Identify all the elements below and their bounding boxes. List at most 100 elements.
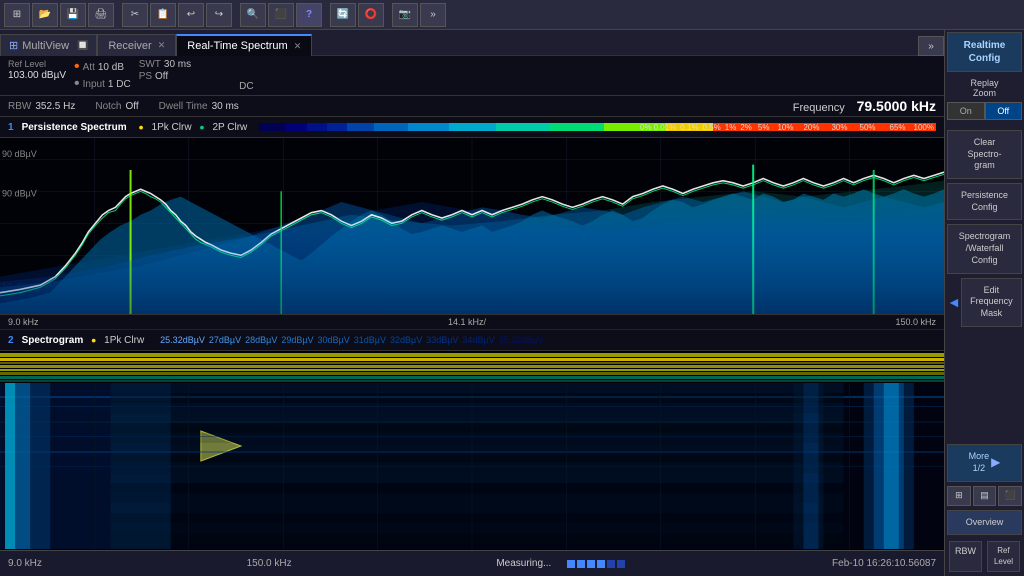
legend-label1: 1Pk Clrw <box>152 122 192 133</box>
clear-spectrogram-btn[interactable]: Clear Spectro- gram <box>947 130 1022 179</box>
receiver-label: Receiver <box>108 40 151 52</box>
print-btn[interactable]: 🖨 <box>88 3 114 27</box>
spectrogram-dot: • <box>91 332 96 348</box>
tab-multiview[interactable]: ⊞ MultiView 🔲 <box>0 34 97 56</box>
close-receiver-icon[interactable]: ✕ <box>158 40 166 51</box>
bottom-icon-btns: ⊞ ▤ ⬛ <box>947 486 1022 506</box>
freq-end: 150.0 kHz <box>895 317 936 327</box>
swt-group: SWT 30 ms PS Off <box>139 59 191 92</box>
ref-level-value: 103.00 dBµV <box>8 70 66 81</box>
ps-label: PS <box>139 71 152 82</box>
more-btn[interactable]: More 1/2 ▶ <box>947 444 1022 481</box>
save-btn[interactable]: 💾 <box>60 3 86 27</box>
bottom-two-btns: RBW Ref Level <box>947 539 1022 574</box>
ref-level-label: Ref Level <box>8 59 66 69</box>
rbw-value: 352.5 Hz <box>35 101 75 112</box>
freq-bar-spectrum: 9.0 kHz 14.1 kHz/ 150.0 kHz <box>0 314 944 330</box>
refresh-btn[interactable]: 🔄 <box>330 3 356 27</box>
swt-value: 30 ms <box>164 59 191 70</box>
spectrogram-section: 2 Spectrogram • 1Pk Clrw 25.32dBµV 27dBµ… <box>0 330 944 550</box>
spectrogram-svg <box>0 351 944 549</box>
spectrogram-title: Spectrogram <box>22 335 84 346</box>
att-dot: • <box>74 59 80 75</box>
input-value: 1 DC <box>108 79 131 90</box>
icon-row1: ⊞ ▤ ⬛ <box>947 486 1022 506</box>
close-realtime-icon[interactable]: ✕ <box>294 41 302 52</box>
toggle-off-btn[interactable]: Off <box>985 102 1023 120</box>
input-dot: • <box>74 76 80 92</box>
screenshot-btn[interactable]: 📷 <box>392 3 418 27</box>
frequency-display: Frequency 79.5000 kHz <box>793 98 936 114</box>
notch-value: Off <box>126 101 139 112</box>
redo-btn[interactable]: ↪ <box>206 3 232 27</box>
freq-label: Frequency <box>793 102 845 114</box>
pct-labels: 0% 0.01% 0.1% 0.5% 1% 2% 5% 10% 20% 30% … <box>640 123 934 132</box>
status-freq-center: 150.0 kHz <box>247 558 292 569</box>
folder-btn[interactable]: 📂 <box>32 3 58 27</box>
copy-btn[interactable]: 📋 <box>150 3 176 27</box>
section1-title: Persistence Spectrum <box>22 122 127 133</box>
spectrum-svg: 90 dBµV 90 dBµV 10 dBµV <box>0 138 944 314</box>
undo-btn[interactable]: ↩ <box>178 3 204 27</box>
left-arrow-icon[interactable]: ◄ <box>947 294 961 310</box>
freq-start: 9.0 kHz <box>8 317 39 327</box>
measuring-label: Measuring... <box>496 558 551 569</box>
replay-zoom-toggle: On Off <box>947 102 1022 120</box>
notch-item: Notch Off <box>95 101 138 112</box>
icon-btn1[interactable]: ⊞ <box>947 486 971 506</box>
ref-level-btn[interactable]: Ref Level <box>987 541 1020 572</box>
notch-label: Notch <box>95 101 121 112</box>
status-bar: 9.0 kHz 150.0 kHz Measuring... Feb-10 16… <box>0 550 944 576</box>
dwell-value: 30 ms <box>212 101 239 112</box>
rbw-label: RBW <box>8 101 31 112</box>
measuring-dots <box>567 560 627 568</box>
main-layout: ⊞ MultiView 🔲 Receiver ✕ Real-Time Spect… <box>0 30 1024 576</box>
ps-value: Off <box>155 71 168 82</box>
tab-receiver[interactable]: Receiver ✕ <box>97 34 176 56</box>
windows-icon: ⊞ <box>9 39 18 52</box>
cut-btn[interactable]: ✂ <box>122 3 148 27</box>
edit-freq-mask-btn[interactable]: Edit Frequency Mask <box>961 278 1022 327</box>
help-btn[interactable]: ? <box>296 3 322 27</box>
more-arrow-icon: ▶ <box>991 455 1000 471</box>
zoom-btn[interactable]: 🔍 <box>240 3 266 27</box>
top-toolbar: ⊞ 📂 💾 🖨 ✂ 📋 ↩ ↪ 🔍 ⬛ ? 🔄 ⭕ 📷 » <box>0 0 1024 30</box>
legend-bar: 1 Persistence Spectrum • 1Pk Clrw • 2P C… <box>0 117 944 138</box>
legend-dot1: • <box>139 119 144 135</box>
spectrogram-legend: 2 Spectrogram • 1Pk Clrw 25.32dBµV 27dBµ… <box>0 330 944 351</box>
windows-btn[interactable]: ⊞ <box>4 3 30 27</box>
svg-text:90 dBµV: 90 dBµV <box>2 149 38 159</box>
spectrogram-canvas[interactable] <box>0 351 944 549</box>
att-label: Att <box>83 62 95 73</box>
more-toolbar-btn[interactable]: » <box>420 3 446 27</box>
section2-num: 2 <box>8 335 14 346</box>
status-freq-start: 9.0 kHz <box>8 558 42 569</box>
legend-dot2: • <box>200 119 205 135</box>
att-value: 10 dB <box>98 62 124 73</box>
panel-more-btn[interactable]: » <box>918 36 944 56</box>
icon-btn2[interactable]: ▤ <box>973 486 997 506</box>
rbw-item: RBW 352.5 Hz <box>8 101 75 112</box>
dwell-label: Dwell Time <box>159 101 208 112</box>
square-btn[interactable]: ⬛ <box>268 3 294 27</box>
record-btn[interactable]: ⭕ <box>358 3 384 27</box>
persistence-config-btn[interactable]: Persistence Config <box>947 183 1022 220</box>
more-label: More 1/2 <box>969 451 990 474</box>
icon-btn3[interactable]: ⬛ <box>998 486 1022 506</box>
datetime-display: Feb-10 16:26:10.56087 <box>832 558 936 569</box>
tab-realtime[interactable]: Real-Time Spectrum ✕ <box>176 34 312 56</box>
replay-zoom-label: Replay Zoom <box>945 76 1024 100</box>
spectrum-area[interactable]: 90 dBµV 90 dBµV 10 dBµV <box>0 138 944 314</box>
right-panel: Realtime Config Replay Zoom On Off Clear… <box>944 30 1024 576</box>
freq-value: 79.5000 kHz <box>857 98 936 114</box>
overview-btn[interactable]: Overview <box>947 510 1022 536</box>
realtime-config-btn[interactable]: Realtime Config <box>947 32 1022 72</box>
spectrogram-config-btn[interactable]: Spectrogram /Waterfall Config <box>947 224 1022 273</box>
rbw-btn[interactable]: RBW <box>949 541 982 572</box>
realtime-label: Real-Time Spectrum <box>187 40 287 52</box>
swt-label: SWT <box>139 59 161 70</box>
freq-center: 14.1 kHz/ <box>448 317 486 327</box>
rbw-bar: RBW 352.5 Hz Notch Off Dwell Time 30 ms … <box>0 96 944 117</box>
ref-level-group: Ref Level 103.00 dBµV <box>8 59 66 92</box>
toggle-on-btn[interactable]: On <box>947 102 985 120</box>
